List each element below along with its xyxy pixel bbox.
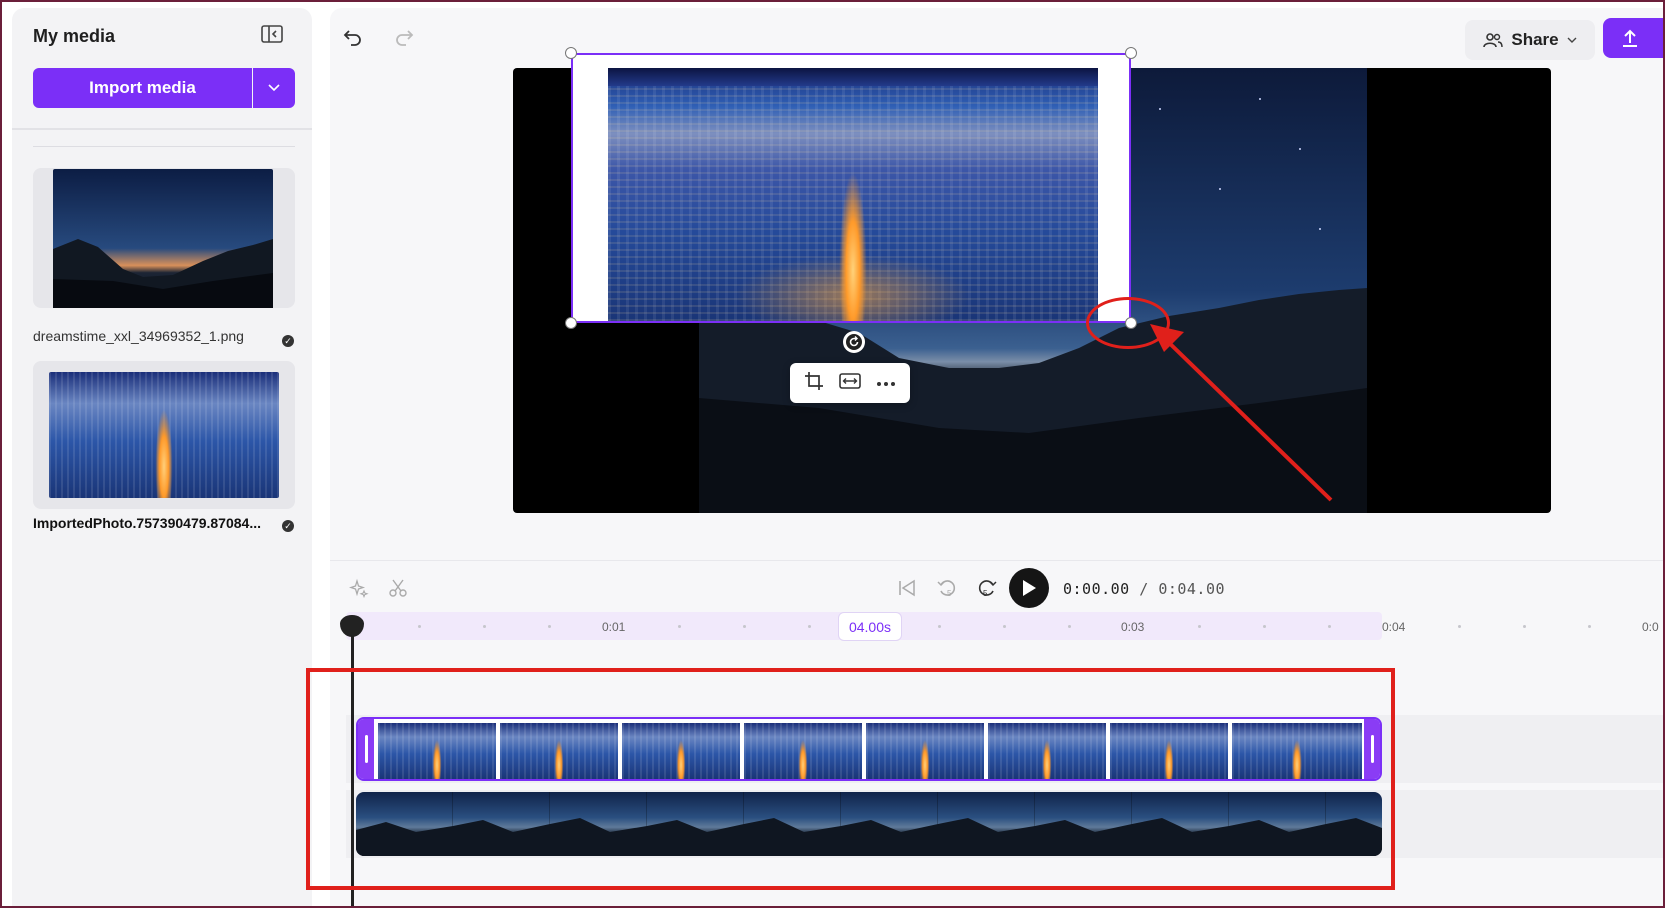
ruler-label: 0:03 — [1121, 620, 1145, 634]
playback-time: 0:00.00 / 0:04.00 — [1063, 580, 1225, 598]
current-time: 0:00.00 — [1063, 580, 1130, 598]
ruler-label: 0:0 — [1642, 620, 1659, 634]
ruler-tick — [1588, 625, 1591, 628]
ruler-tick — [743, 625, 746, 628]
check-icon: ✓ — [282, 520, 294, 532]
duration-badge: 04.00s — [838, 612, 902, 641]
upload-icon — [1623, 29, 1637, 47]
ruler-tick — [938, 625, 941, 628]
share-label: Share — [1511, 30, 1559, 49]
ruler-tick — [1198, 625, 1201, 628]
media-sidebar: My media Import media dreamstime_xxl_349… — [12, 8, 312, 908]
resize-handle-top-right[interactable] — [1125, 47, 1137, 59]
ruler-tick — [678, 625, 681, 628]
rotate-handle[interactable] — [843, 331, 865, 353]
media-item-filename: ImportedPhoto.757390479.87084... — [33, 515, 261, 531]
media-item-night-landscape[interactable] — [33, 168, 295, 308]
scissors-icon[interactable] — [386, 576, 410, 600]
export-button[interactable] — [1603, 18, 1665, 58]
city-skyline — [608, 68, 1098, 86]
rotate-icon — [846, 334, 862, 350]
sidebar-title: My media — [33, 26, 116, 46]
rewind-5-icon[interactable]: 5 — [935, 576, 959, 600]
resize-handle-bottom-left[interactable] — [565, 317, 577, 329]
forward-5-icon[interactable]: 5 — [975, 576, 999, 600]
media-item-city-photo[interactable] — [33, 361, 295, 509]
play-button[interactable] — [1009, 568, 1049, 608]
media-thumbnail — [49, 372, 279, 498]
magic-sparkle-icon[interactable] — [347, 576, 371, 600]
skip-forward-seconds: 5 — [983, 589, 988, 598]
ruler-tick — [418, 625, 421, 628]
ruler-tick — [1328, 625, 1331, 628]
ruler-tick — [1068, 625, 1071, 628]
ruler-label: 0:01 — [602, 620, 626, 634]
annotation-arrow — [1150, 324, 1333, 502]
crop-icon[interactable] — [804, 371, 824, 396]
total-time: 0:04.00 — [1158, 580, 1226, 598]
resize-handle-top-left[interactable] — [565, 47, 577, 59]
more-options-icon[interactable] — [876, 374, 896, 392]
city-photo-layer — [608, 68, 1098, 321]
media-thumbnail — [53, 169, 273, 308]
skip-to-start-icon[interactable] — [895, 576, 919, 600]
ruler-tick — [1003, 625, 1006, 628]
media-item-filename: dreamstime_xxl_34969352_1.png — [33, 328, 244, 344]
ruler-tick — [1458, 625, 1461, 628]
layer-context-toolbar — [790, 363, 910, 403]
ruler-tick — [1263, 625, 1266, 628]
import-options-dropdown[interactable] — [253, 68, 295, 108]
ruler-tick — [548, 625, 551, 628]
ruler-tick — [1523, 625, 1526, 628]
selected-layer-city-photo[interactable] — [571, 53, 1131, 323]
ruler-tick — [483, 625, 486, 628]
annotation-rectangle — [306, 668, 1395, 890]
divider — [12, 128, 312, 130]
fit-width-icon[interactable] — [839, 372, 861, 394]
collapse-panel-icon[interactable] — [261, 25, 283, 43]
chevron-down-icon — [268, 84, 280, 92]
chevron-down-icon — [1567, 37, 1577, 43]
ruler-tick — [808, 625, 811, 628]
undo-button[interactable] — [342, 26, 364, 48]
ruler-label: 0:04 — [1382, 620, 1406, 634]
redo-button[interactable] — [393, 26, 415, 48]
divider — [33, 146, 295, 147]
skip-back-seconds: 5 — [947, 589, 952, 598]
import-media-button[interactable]: Import media — [33, 68, 252, 108]
share-button[interactable]: Share — [1465, 20, 1595, 60]
time-separator: / — [1139, 580, 1149, 598]
people-icon — [1483, 33, 1504, 48]
play-icon — [1023, 580, 1036, 596]
check-icon: ✓ — [282, 335, 294, 347]
divider — [330, 560, 1665, 561]
